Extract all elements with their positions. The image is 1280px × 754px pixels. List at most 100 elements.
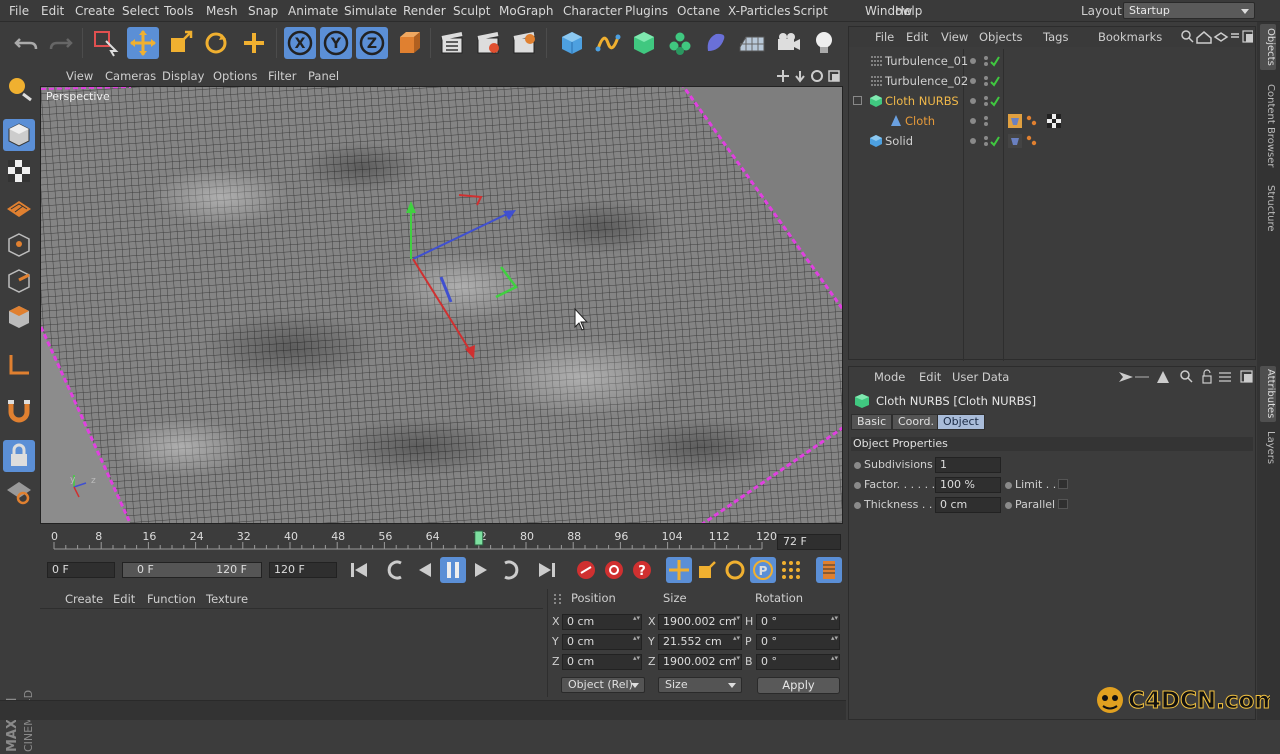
thickness-field[interactable]: 0 cm <box>935 497 1001 513</box>
size-field[interactable]: 1900.002 cm <box>658 614 742 630</box>
record-parameter-icon[interactable]: P <box>750 557 776 583</box>
object-row[interactable]: Solid <box>849 131 1255 151</box>
timeline-ruler[interactable]: 081624324048566472808896104112120 72 F <box>40 528 843 552</box>
cube-primitive-icon[interactable] <box>556 27 588 59</box>
redo-icon[interactable] <box>45 27 77 59</box>
attribute-menu-mode[interactable]: Mode <box>874 370 905 384</box>
next-key-icon[interactable] <box>496 557 522 583</box>
frame-range-slider[interactable]: 0 F 120 F <box>122 562 262 578</box>
edges-mode-icon[interactable] <box>3 265 35 297</box>
subdivisions-anim-dot[interactable] <box>854 462 861 469</box>
tab-structure[interactable]: Structure <box>1260 180 1276 236</box>
attribute-tab-object[interactable]: Object <box>937 414 985 430</box>
parallel-anim-dot[interactable] <box>1005 502 1012 509</box>
scale-icon[interactable] <box>164 27 196 59</box>
record-active-objects-icon[interactable] <box>573 557 599 583</box>
light-icon[interactable] <box>808 27 840 59</box>
model-mode-icon[interactable] <box>3 119 35 151</box>
object-menu-edit[interactable]: Edit <box>906 30 928 44</box>
menu-render[interactable]: Render <box>403 4 446 18</box>
object-row[interactable]: Turbulence_01 <box>849 51 1255 71</box>
material-menu-edit[interactable]: Edit <box>113 592 135 606</box>
menu-snap[interactable]: Snap <box>248 4 278 18</box>
expand-icon[interactable] <box>853 96 862 105</box>
attribute-menu-edit[interactable]: Edit <box>919 370 941 384</box>
record-rotation-icon[interactable] <box>722 557 748 583</box>
material-menu-create[interactable]: Create <box>65 592 103 606</box>
viewport-menu-view[interactable]: View <box>66 69 93 83</box>
texture-mode-icon[interactable] <box>3 155 35 187</box>
menu-create[interactable]: Create <box>75 4 115 18</box>
perspective-viewport[interactable]: y z Perspective <box>40 86 843 524</box>
object-name[interactable]: Solid <box>885 134 913 148</box>
spline-icon[interactable] <box>592 27 624 59</box>
record-scale-icon[interactable] <box>694 557 720 583</box>
autokeying-icon[interactable] <box>601 557 627 583</box>
record-pla-icon[interactable] <box>778 557 804 583</box>
position-field[interactable]: 0 cm <box>562 634 642 650</box>
undo-icon[interactable] <box>10 27 42 59</box>
tab-attributes[interactable]: Attributes <box>1260 366 1276 422</box>
move-icon[interactable] <box>127 27 159 59</box>
apply-button[interactable]: Apply <box>757 677 840 694</box>
enable-axis-lock-icon[interactable] <box>3 440 35 472</box>
object-row[interactable]: Cloth <box>849 111 1255 131</box>
viewport-menu-panel[interactable]: Panel <box>308 69 339 83</box>
attribute-menu-user-data[interactable]: User Data <box>952 370 1009 384</box>
pause-icon[interactable] <box>440 557 466 583</box>
visibility-toggle-icon[interactable] <box>969 53 1005 69</box>
object-menu-file[interactable]: File <box>875 30 894 44</box>
rotation-field[interactable]: 0 ° <box>756 654 840 670</box>
tab-content-browser[interactable]: Content Browser <box>1260 76 1276 176</box>
menu-animate[interactable]: Animate <box>288 4 338 18</box>
lock-y-button[interactable]: Y <box>320 27 352 59</box>
menu-script[interactable]: Script <box>793 4 828 18</box>
nurbs-icon[interactable] <box>628 27 660 59</box>
camera-icon[interactable] <box>772 27 804 59</box>
object-name[interactable]: Turbulence_01 <box>885 54 968 68</box>
polygons-mode-icon[interactable] <box>3 301 35 333</box>
visibility-toggle-icon[interactable] <box>969 93 1005 109</box>
position-field[interactable]: 0 cm <box>562 654 642 670</box>
visibility-toggle-icon[interactable] <box>969 73 1005 89</box>
menu-mesh[interactable]: Mesh <box>206 4 238 18</box>
material-manager-area[interactable] <box>40 610 543 696</box>
start-frame-field[interactable]: 0 F <box>47 562 115 578</box>
deformer-icon[interactable] <box>700 27 732 59</box>
playhead[interactable] <box>474 530 484 546</box>
object-manager-nav-icons[interactable] <box>1181 30 1254 44</box>
thickness-anim-dot[interactable] <box>854 502 861 509</box>
parallel-checkbox[interactable] <box>1058 499 1068 509</box>
previous-frame-icon[interactable] <box>412 557 438 583</box>
axis-mode-icon[interactable] <box>3 349 35 381</box>
size-field[interactable]: 1900.002 cm <box>658 654 742 670</box>
object-name[interactable]: Cloth NURBS <box>885 94 959 108</box>
attribute-nav-icons[interactable] <box>1113 369 1255 385</box>
rotate-icon[interactable] <box>200 27 232 59</box>
factor-anim-dot[interactable] <box>854 482 861 489</box>
timeline-window-icon[interactable] <box>816 557 842 583</box>
object-menu-bookmarks[interactable]: Bookmarks <box>1098 30 1162 44</box>
visibility-toggle-icon[interactable] <box>969 133 1005 149</box>
menu-octane[interactable]: Octane <box>677 4 720 18</box>
material-menu-texture[interactable]: Texture <box>206 592 248 606</box>
limit-anim-dot[interactable] <box>1005 482 1012 489</box>
render-settings-icon[interactable] <box>508 27 540 59</box>
object-tags-icon[interactable] <box>1007 113 1067 129</box>
viewport-nav-icons[interactable] <box>775 68 843 84</box>
object-row[interactable]: Turbulence_02 <box>849 71 1255 91</box>
object-name[interactable]: Cloth <box>905 114 935 128</box>
next-frame-icon[interactable] <box>468 557 494 583</box>
make-editable-icon[interactable] <box>3 72 35 104</box>
current-frame-field[interactable]: 72 F <box>777 534 841 550</box>
menu-tools[interactable]: Tools <box>164 4 194 18</box>
menu-help[interactable]: Help <box>895 4 922 18</box>
keyframe-selection-icon[interactable]: ? <box>629 557 655 583</box>
go-to-end-icon[interactable] <box>534 557 560 583</box>
layout-select[interactable]: Startup <box>1123 2 1255 19</box>
menu-plugins[interactable]: Plugins <box>625 4 668 18</box>
workplane-icon[interactable] <box>3 191 35 223</box>
lock-x-button[interactable]: X <box>284 27 316 59</box>
size-field[interactable]: 21.552 cm <box>658 634 742 650</box>
visibility-toggle-icon[interactable] <box>969 113 1005 129</box>
